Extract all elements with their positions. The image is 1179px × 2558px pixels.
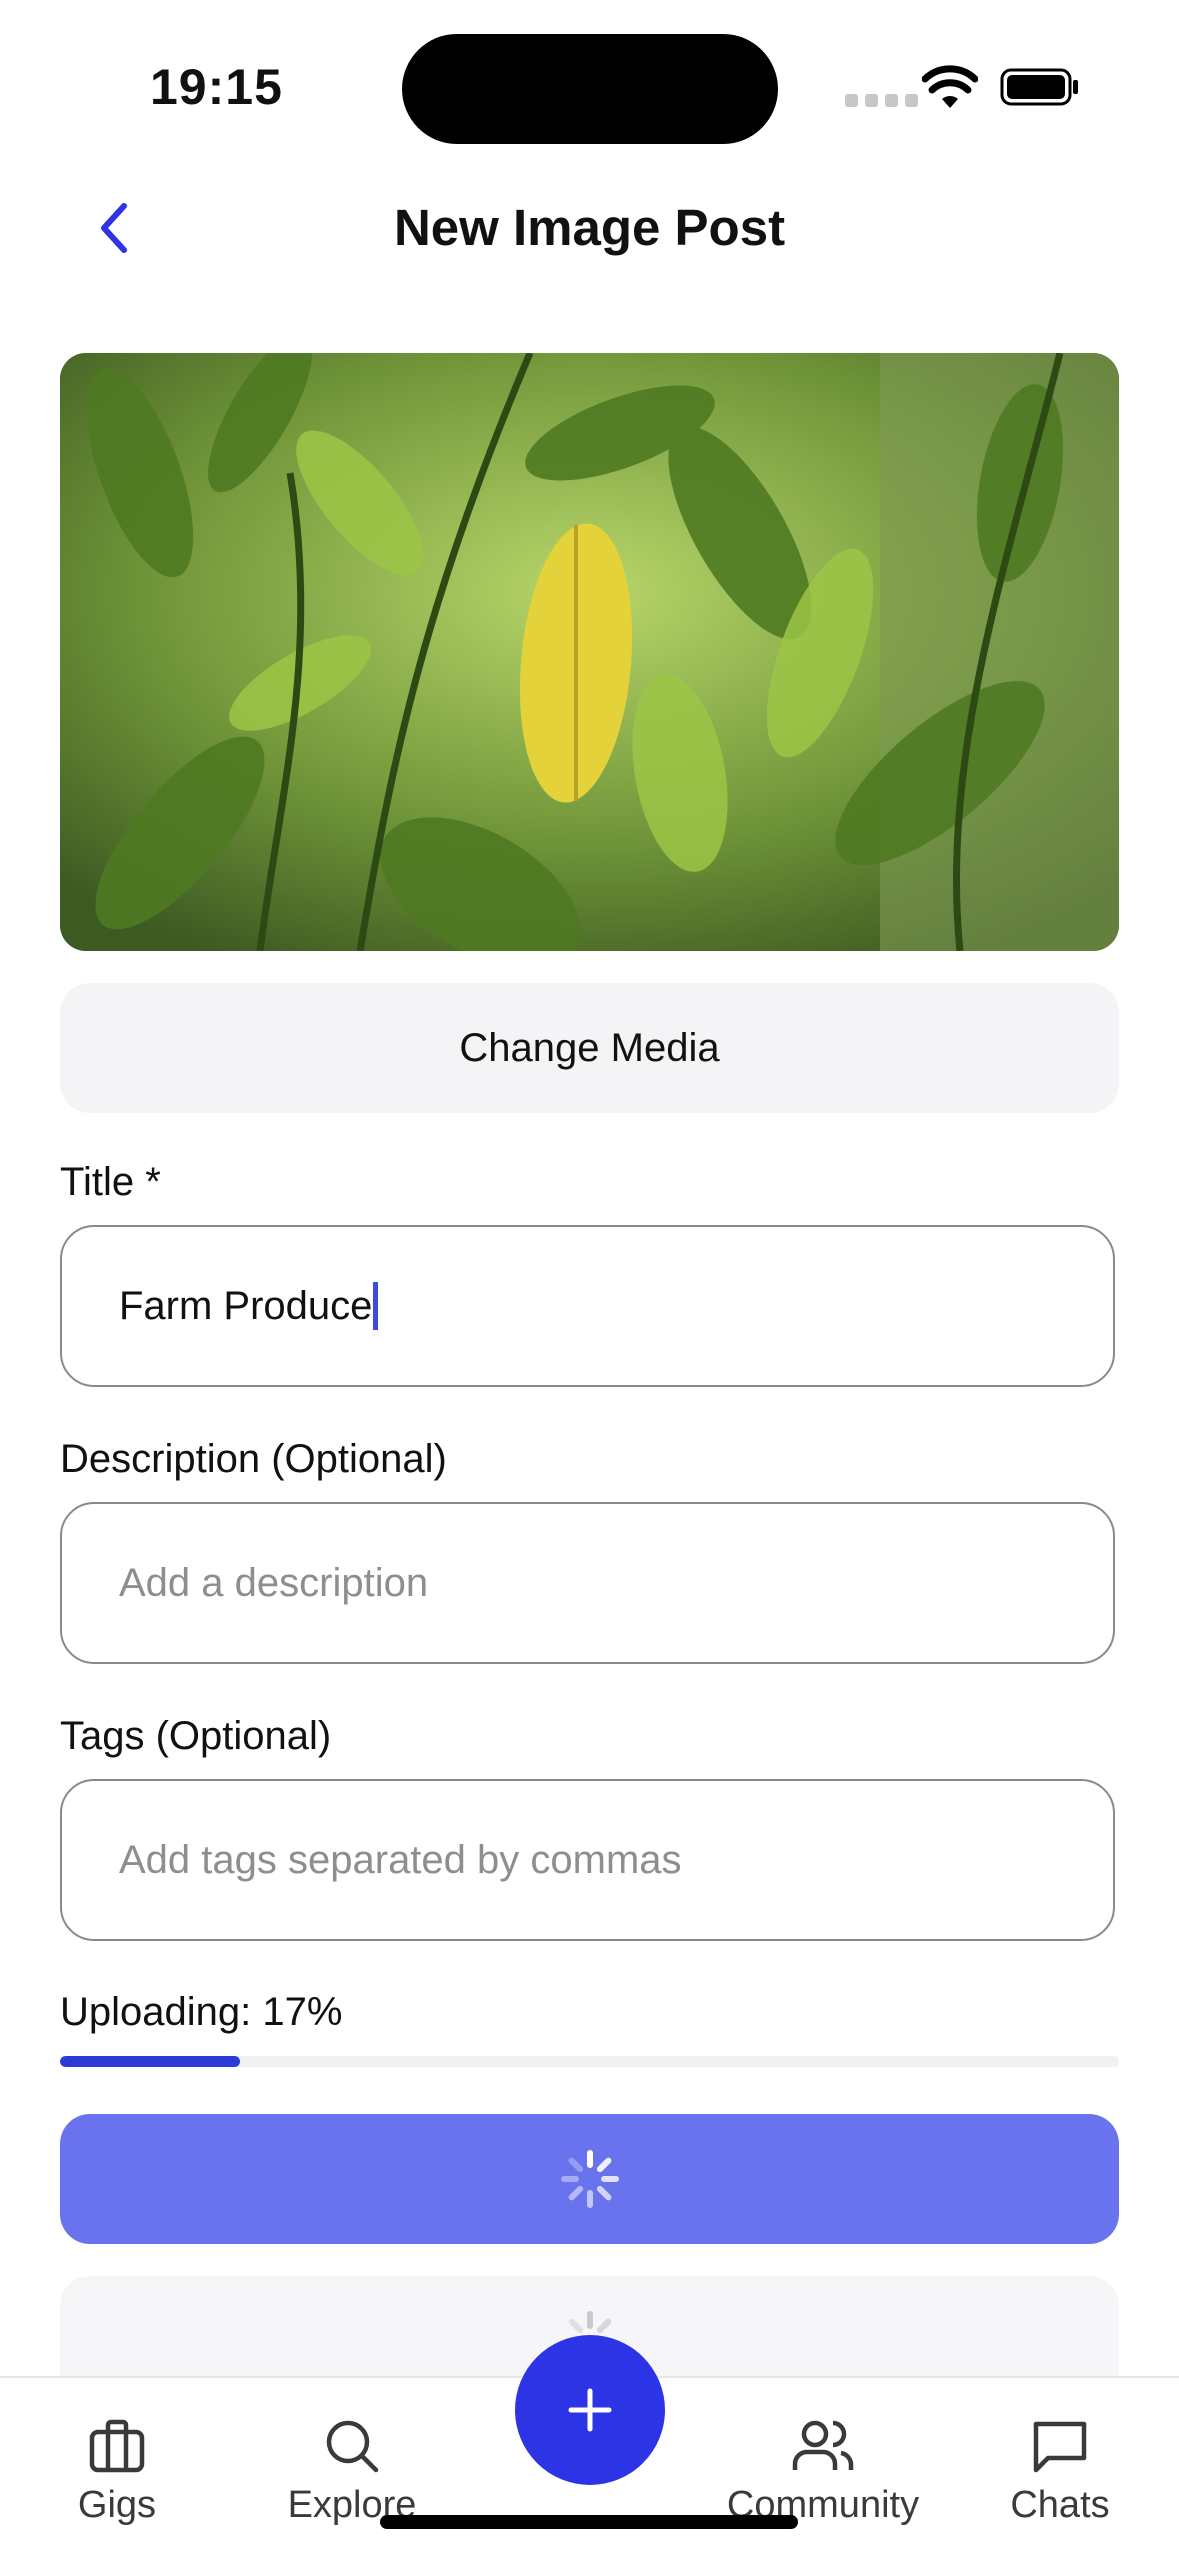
loading-spinner-icon xyxy=(560,2150,619,2208)
upload-progress-bar xyxy=(60,2056,1119,2067)
tab-chats-label: Chats xyxy=(1010,2484,1110,2526)
tab-gigs[interactable]: Gigs xyxy=(17,2416,217,2527)
home-indicator xyxy=(380,2515,798,2529)
briefcase-icon xyxy=(89,2419,145,2473)
tab-chats[interactable]: Chats xyxy=(960,2416,1160,2527)
post-button[interactable] xyxy=(60,2114,1119,2244)
title-label: Title * xyxy=(60,1160,161,1204)
change-media-button[interactable]: Change Media xyxy=(60,983,1119,1113)
page-title: New Image Post xyxy=(393,199,786,256)
wifi-icon xyxy=(922,65,978,108)
tags-label: Tags (Optional) xyxy=(60,1714,332,1758)
title-input[interactable]: Farm Produce xyxy=(60,1225,1115,1387)
users-icon xyxy=(792,2420,854,2470)
chat-bubble-icon xyxy=(1033,2421,1087,2473)
create-post-button[interactable] xyxy=(515,2335,665,2485)
tab-gigs-label: Gigs xyxy=(77,2484,157,2526)
description-input[interactable]: Add a description xyxy=(60,1502,1115,1664)
tags-placeholder: Add tags separated by commas xyxy=(119,1837,682,1882)
tab-explore[interactable]: Explore xyxy=(252,2416,452,2527)
plus-icon xyxy=(568,2388,612,2432)
dynamic-island xyxy=(402,34,778,144)
cellular-signal-icon xyxy=(845,94,931,107)
tags-input[interactable]: Add tags separated by commas xyxy=(60,1779,1115,1941)
selected-image-preview xyxy=(60,353,1119,951)
description-placeholder: Add a description xyxy=(119,1560,429,1605)
upload-progress-fill xyxy=(60,2056,241,2067)
description-label: Description (Optional) xyxy=(60,1437,447,1481)
tab-community[interactable]: Community xyxy=(723,2416,923,2527)
text-caret xyxy=(373,1282,379,1330)
title-input-value: Farm Produce xyxy=(119,1283,373,1328)
status-time: 19:15 xyxy=(150,59,283,115)
battery-icon xyxy=(1000,68,1078,106)
upload-status: Uploading: 17% xyxy=(60,1990,343,2034)
search-icon xyxy=(326,2420,379,2473)
